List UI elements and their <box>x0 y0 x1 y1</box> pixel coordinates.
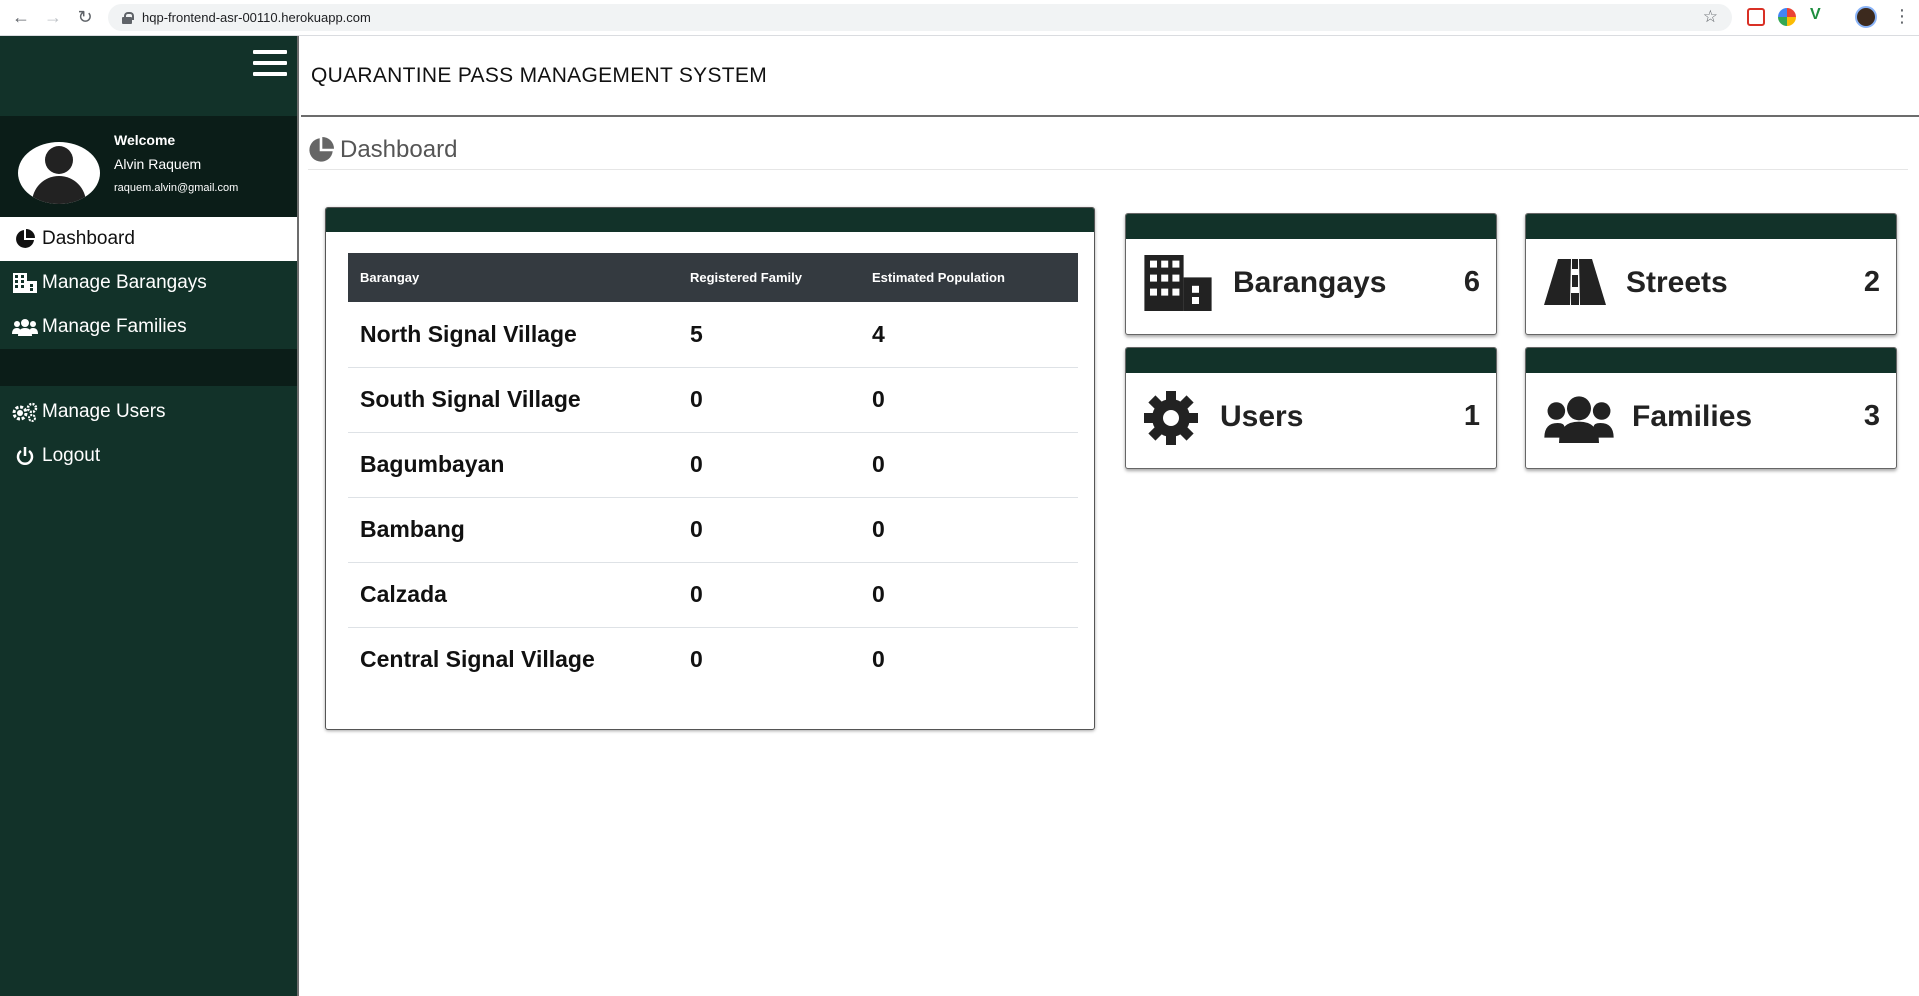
user-email: raquem.alvin@gmail.com <box>114 182 239 194</box>
cell-estimated-population: 0 <box>860 562 1078 628</box>
cell-estimated-population: 0 <box>872 646 885 673</box>
table-row: North Signal Village 5 4 <box>348 302 1078 368</box>
chart-pie-icon <box>12 228 38 250</box>
road-icon <box>1544 259 1606 305</box>
card-header <box>326 208 1094 232</box>
stat-label: Barangays <box>1233 266 1387 299</box>
reload-icon[interactable]: ↻ <box>74 7 96 29</box>
cell-barangay: North Signal Village <box>348 302 678 368</box>
profile-avatar[interactable] <box>1855 6 1877 28</box>
lock-icon <box>122 12 134 24</box>
table-row: Calzada 0 0 <box>348 562 1078 628</box>
table-row: Bambang 0 0 <box>348 497 1078 563</box>
cell-registered-family: 0 <box>690 646 703 673</box>
sidebar-item-logout[interactable]: Logout <box>0 434 297 478</box>
barangay-table-card: Barangay Registered Family Estimated Pop… <box>325 207 1095 730</box>
stat-label: Streets <box>1626 266 1728 299</box>
barangay-table: Barangay Registered Family Estimated Pop… <box>348 253 1078 692</box>
cell-registered-family: 0 <box>678 367 860 433</box>
table-header-row: Barangay Registered Family Estimated Pop… <box>348 253 1078 302</box>
stat-card-streets[interactable]: Streets 2 <box>1525 213 1897 335</box>
back-icon[interactable]: ← <box>10 7 32 29</box>
cell-registered-family: 5 <box>678 302 860 368</box>
cogs-icon <box>12 401 38 423</box>
cell-registered-family: 0 <box>678 497 860 563</box>
users-icon <box>12 316 38 338</box>
avatar <box>18 142 100 204</box>
sidebar-item-label: Logout <box>42 445 101 466</box>
forward-icon[interactable]: → <box>42 7 64 29</box>
cell-barangay: Central Signal Village <box>360 646 595 673</box>
stat-value: 6 <box>1463 266 1480 298</box>
sidebar-item-manage-users[interactable]: Manage Users <box>0 390 297 434</box>
sidebar-item-manage-families[interactable]: Manage Families <box>0 305 297 349</box>
cell-barangay: Calzada <box>348 562 678 628</box>
stat-value: 2 <box>1863 266 1880 298</box>
cog-icon <box>1144 391 1198 445</box>
extension-icon[interactable] <box>1778 8 1796 26</box>
sidebar-item-label: Manage Users <box>42 401 166 422</box>
building-icon <box>12 272 38 294</box>
top-header: QUARANTINE PASS MANAGEMENT SYSTEM <box>301 36 1919 117</box>
app-title: QUARANTINE PASS MANAGEMENT SYSTEM <box>311 63 768 87</box>
bookmark-star-icon[interactable]: ☆ <box>1703 7 1718 27</box>
cell-registered-family: 0 <box>678 432 860 498</box>
sidebar-item-manage-barangays[interactable]: Manage Barangays <box>0 261 297 305</box>
stat-card-barangays[interactable]: Barangays 6 <box>1125 213 1497 335</box>
stat-label: Users <box>1220 400 1304 433</box>
chart-pie-icon <box>308 136 334 163</box>
sidebar: Welcome Alvin Raquem raquem.alvin@gmail.… <box>0 36 299 996</box>
sidebar-top <box>0 36 297 116</box>
table-row: Central Signal Village 0 0 <box>348 627 1078 692</box>
cell-barangay: Bambang <box>348 497 678 563</box>
stat-card-users[interactable]: Users 1 <box>1125 347 1497 469</box>
column-header-registered-family: Registered Family <box>690 270 802 285</box>
users-icon <box>1544 395 1614 443</box>
cell-estimated-population: 4 <box>860 302 1078 368</box>
extension-icon[interactable] <box>1747 8 1765 26</box>
browser-menu-icon[interactable]: ⋮ <box>1893 6 1911 27</box>
cell-barangay: Bagumbayan <box>348 432 678 498</box>
sidebar-item-dashboard[interactable]: Dashboard <box>0 217 297 261</box>
sidebar-item-label: Dashboard <box>42 228 135 249</box>
column-header-barangay: Barangay <box>360 270 420 285</box>
hamburger-menu-icon[interactable] <box>253 50 287 82</box>
page-title: Dashboard <box>340 135 458 163</box>
sidebar-item-label: Manage Barangays <box>42 272 207 293</box>
stat-value: 1 <box>1463 400 1480 432</box>
cell-estimated-population: 0 <box>860 497 1078 563</box>
welcome-text: Welcome <box>114 132 176 148</box>
power-icon <box>12 445 38 467</box>
table-row: South Signal Village 0 0 <box>348 367 1078 433</box>
main-content: QUARANTINE PASS MANAGEMENT SYSTEM Dashbo… <box>301 36 1919 996</box>
cell-estimated-population: 0 <box>860 432 1078 498</box>
browser-toolbar: ← → ↻ hqp-frontend-asr-00110.herokuapp.c… <box>0 0 1919 36</box>
sidebar-divider <box>0 349 297 386</box>
sidebar-item-label: Manage Families <box>42 316 187 337</box>
vue-devtools-icon[interactable]: V <box>1810 6 1828 24</box>
stat-label: Families <box>1632 400 1753 433</box>
table-row: Bagumbayan 0 0 <box>348 432 1078 498</box>
stat-value: 3 <box>1863 400 1880 432</box>
user-name: Alvin Raquem <box>114 156 202 172</box>
address-bar[interactable]: hqp-frontend-asr-00110.herokuapp.com ☆ <box>108 4 1732 31</box>
page-header: Dashboard <box>308 130 1908 170</box>
cell-registered-family: 0 <box>678 562 860 628</box>
user-panel: Welcome Alvin Raquem raquem.alvin@gmail.… <box>0 116 297 217</box>
column-header-estimated-population: Estimated Population <box>872 270 1005 285</box>
cell-barangay: South Signal Village <box>348 367 678 433</box>
stat-card-families[interactable]: Families 3 <box>1525 347 1897 469</box>
url-text[interactable]: hqp-frontend-asr-00110.herokuapp.com <box>142 10 371 25</box>
building-icon <box>1144 255 1212 311</box>
cell-estimated-population: 0 <box>860 367 1078 433</box>
